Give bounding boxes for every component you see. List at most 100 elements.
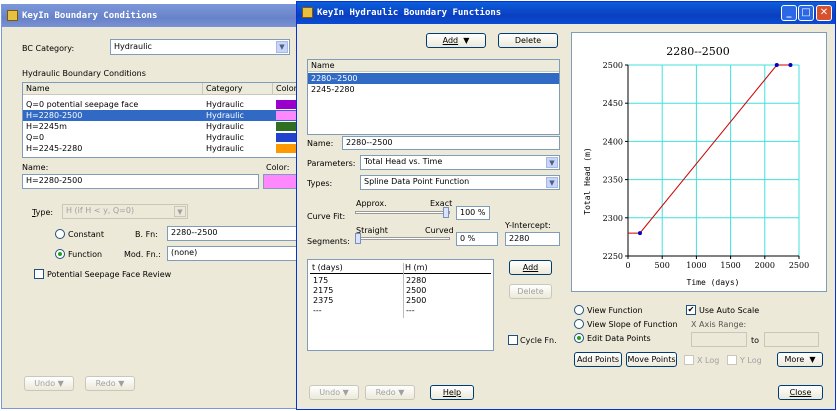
chart-marks <box>628 63 793 236</box>
function-list-header[interactable]: Name <box>308 60 559 72</box>
parameters-label: Parameters: <box>307 159 356 168</box>
modfn-select[interactable]: (none) <box>167 246 310 261</box>
head-vs-time-chart: 0 500 1000 1500 2000 2500 2250 2300 2350 2400 2450… <box>583 45 810 287</box>
bc-name-input[interactable]: H=2280-2500 <box>22 174 259 189</box>
maximize-icon[interactable]: □ <box>798 5 814 21</box>
bfn-label: B. Fn: <box>135 230 158 239</box>
bc-row-name: H=2280-2500 <box>26 111 83 120</box>
bc-row-selected[interactable]: H=2280-2500 Hydraulic <box>23 110 309 121</box>
x-tick-label: 0 <box>625 261 630 270</box>
x-tick-label: 500 <box>655 261 670 270</box>
delete-point-button[interactable]: Delete <box>509 284 552 299</box>
function-item-selected[interactable]: 2280--2500 <box>308 73 559 84</box>
cycle-checkbox[interactable] <box>508 335 518 345</box>
bc-window-title: KeyIn Boundary Conditions <box>22 11 158 21</box>
curvefit-slider[interactable] <box>355 207 450 219</box>
segments-slider[interactable] <box>355 233 450 245</box>
data-points-table[interactable]: t (days) H (m) 175 2280 2175 2500 2375 2… <box>307 259 494 351</box>
more-button[interactable]: More ▼ <box>777 352 823 367</box>
bc-category-label: BC Category: <box>22 44 75 53</box>
delete-function-button[interactable]: Delete <box>498 33 558 48</box>
types-select[interactable]: Spline Data Point Function ▼ <box>360 175 560 190</box>
hyd-window-titlebar[interactable]: KeyIn Hydraulic Boundary Functions _ □ ✕ <box>297 2 835 24</box>
view-slope-radio[interactable] <box>574 319 584 329</box>
chevron-down-icon[interactable]: ▼ <box>546 177 558 188</box>
function-list[interactable]: Name 2280--2500 2245-2280 <box>307 59 560 135</box>
xlog-checkbox[interactable] <box>684 355 694 365</box>
y-tick-label: 2250 <box>603 252 623 261</box>
to-label: to <box>751 336 760 345</box>
fn-redo-button[interactable]: Redo ▼ <box>365 385 415 400</box>
chevron-down-icon[interactable]: ▼ <box>174 206 186 217</box>
close-button[interactable]: Close <box>778 385 823 400</box>
segments-slider-track <box>355 237 450 240</box>
bc-row-category: Hydraulic <box>206 122 244 131</box>
table-row[interactable]: --- --- <box>308 305 493 316</box>
add-function-button[interactable]: Add ▼ <box>426 33 486 48</box>
x-tick-label: 1500 <box>720 261 740 270</box>
constant-radio[interactable] <box>55 229 65 239</box>
segments-input[interactable]: 0 % <box>456 232 498 246</box>
bfn-input[interactable]: 2280--2500 <box>167 226 310 241</box>
bc-redo-button[interactable]: Redo ▼ <box>85 376 135 391</box>
bc-row[interactable]: Q=0 potential seepage face Hydraulic <box>23 99 309 110</box>
view-function-radio[interactable] <box>574 305 584 315</box>
y-tick-label: 2300 <box>603 214 623 223</box>
fn-undo-button[interactable]: Undo ▼ <box>309 385 359 400</box>
chevron-down-icon: ▼ <box>57 379 64 388</box>
x-tick-label: 1000 <box>686 261 706 270</box>
hyd-window-title: KeyIn Hydraulic Boundary Functions <box>317 8 502 18</box>
types-value: Spline Data Point Function <box>364 177 470 186</box>
edit-points-radio[interactable] <box>574 333 584 343</box>
chevron-down-icon[interactable]: ▼ <box>546 157 558 168</box>
function-radio[interactable] <box>55 249 65 259</box>
seepage-checkbox[interactable] <box>34 269 44 279</box>
bc-category-select[interactable]: Hydraulic ▼ <box>110 39 290 55</box>
bc-row-category: Hydraulic <box>206 133 244 142</box>
y-tick-label: 2450 <box>603 99 623 108</box>
add-point-button[interactable]: Add <box>509 260 552 275</box>
ylog-checkbox[interactable] <box>727 355 737 365</box>
move-points-button[interactable]: Move Points <box>626 352 677 367</box>
help-button[interactable]: Help <box>430 385 474 400</box>
segments-label: Segments: <box>307 237 350 246</box>
segments-slider-thumb[interactable] <box>355 233 361 244</box>
bc-row[interactable]: Q=0 Hydraulic <box>23 132 309 143</box>
ylog-label: Y Log <box>740 356 762 365</box>
y-tick-label: 2350 <box>603 176 623 185</box>
function-item[interactable]: 2245-2280 <box>308 84 559 95</box>
bc-type-select[interactable]: H (if H < y, Q=0) ▼ <box>62 204 188 219</box>
auto-scale-label: Use Auto Scale <box>699 306 760 315</box>
bc-col-category[interactable]: Category <box>203 83 273 95</box>
bc-col-name[interactable]: Name <box>23 83 203 95</box>
function-label: Function <box>68 250 103 259</box>
fn-name-input[interactable]: 2280--2500 <box>342 136 560 150</box>
bc-undo-button[interactable]: Undo ▼ <box>24 376 74 391</box>
xrange-from-input[interactable] <box>691 332 747 347</box>
curvefit-label: Curve Fit: <box>307 212 346 221</box>
modfn-label: Mod. Fn.: <box>124 250 161 259</box>
curvefit-slider-thumb[interactable] <box>443 207 449 218</box>
chevron-down-icon[interactable]: ▼ <box>276 41 288 53</box>
col-h-m: H (m) <box>405 263 428 272</box>
close-icon[interactable]: ✕ <box>816 5 832 21</box>
bc-list[interactable]: Name Category Color Q=0 potential seepag… <box>22 82 310 158</box>
yintercept-input[interactable]: 2280 <box>505 232 560 246</box>
bc-row[interactable]: H=2245-2280 Hydraulic <box>23 143 309 154</box>
curvefit-input[interactable]: 100 % <box>456 206 490 220</box>
chart-axes: 0 500 1000 1500 2000 2500 2250 2300 2350 2400 2450… <box>603 61 810 270</box>
add-points-button[interactable]: Add Points <box>574 352 622 367</box>
bc-row-name: Q=0 potential seepage face <box>26 100 139 109</box>
bc-name-label: Name: <box>22 163 49 172</box>
xrange-to-input[interactable] <box>764 332 819 347</box>
minimize-icon[interactable]: _ <box>781 5 797 21</box>
view-function-label: View Function <box>587 306 643 315</box>
view-slope-label: View Slope of Function <box>587 320 678 329</box>
constant-label: Constant <box>68 230 104 239</box>
parameters-select[interactable]: Total Head vs. Time ▼ <box>360 155 560 170</box>
bc-row[interactable]: H=2245m Hydraulic <box>23 121 309 132</box>
curvefit-slider-track <box>355 211 450 214</box>
auto-scale-checkbox[interactable]: ✔ <box>686 305 696 315</box>
bc-window-titlebar[interactable]: KeyIn Boundary Conditions <box>2 5 308 27</box>
chart-panel[interactable]: 0 500 1000 1500 2000 2500 2250 2300 2350 2400 2450… <box>571 32 827 292</box>
